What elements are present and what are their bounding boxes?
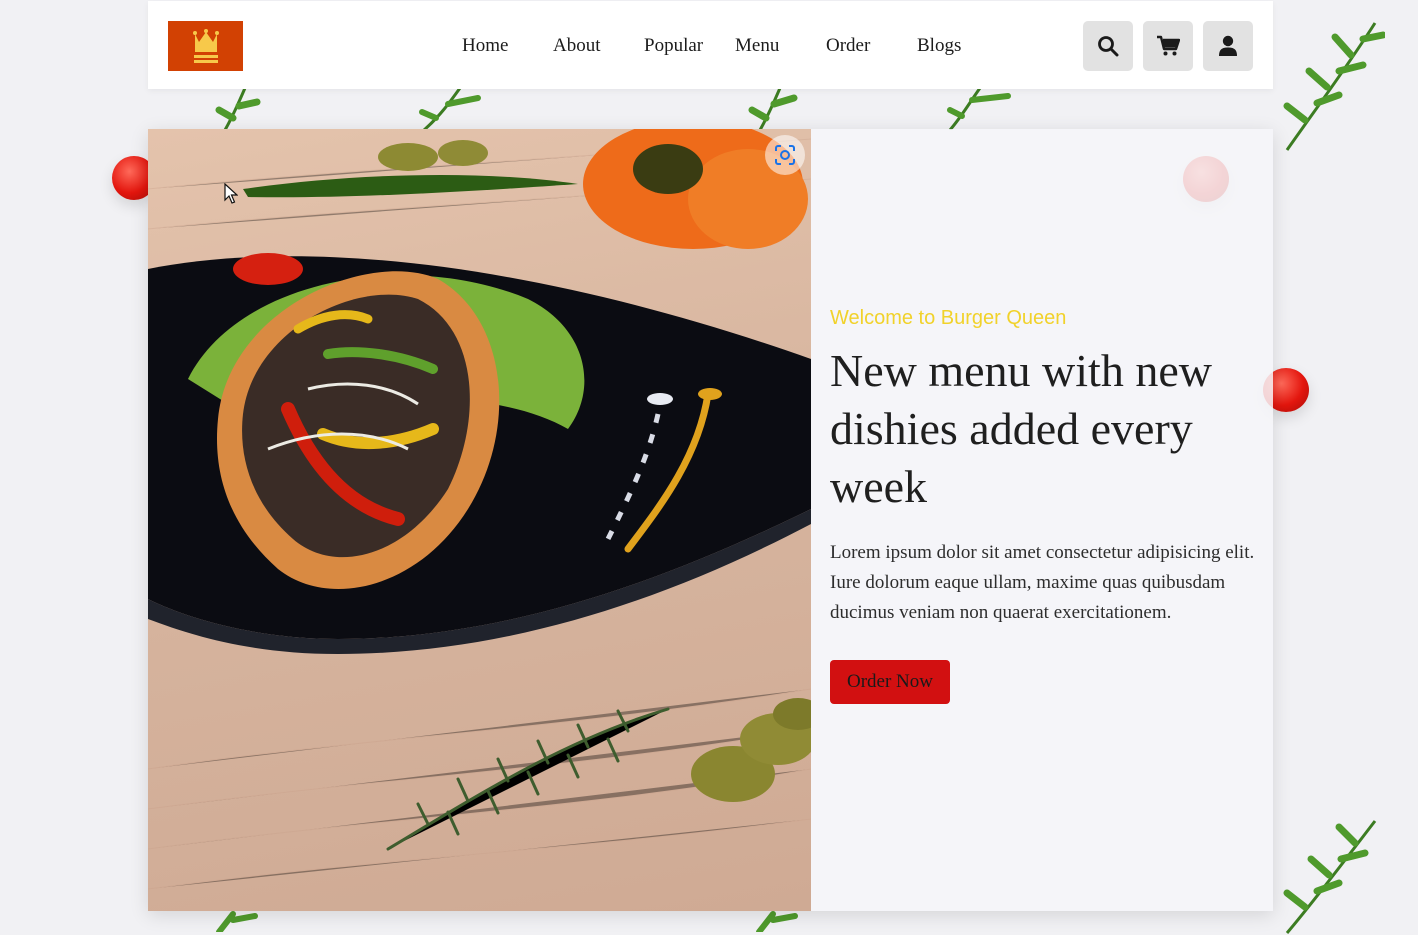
cart-button[interactable]: [1143, 21, 1193, 71]
hero-section: Welcome to Burger Queen New menu with ne…: [148, 129, 1273, 911]
mouse-cursor-icon: [224, 183, 238, 204]
arugula-leaf-decoration: [216, 911, 258, 932]
nav-blogs[interactable]: Blogs: [917, 35, 961, 57]
user-icon: [1219, 35, 1237, 56]
food-photo: [148, 129, 811, 911]
nav-menu[interactable]: Menu: [735, 35, 779, 57]
arugula-leaf-decoration: [1283, 820, 1377, 934]
nav-home[interactable]: Home: [462, 35, 508, 57]
order-now-button[interactable]: Order Now: [830, 660, 951, 704]
search-icon: [1098, 36, 1119, 57]
arugula-leaf-decoration: [756, 911, 798, 932]
user-button[interactable]: [1203, 21, 1253, 71]
hero-description: Lorem ipsum dolor sit amet consectetur a…: [830, 542, 1255, 623]
hero-headline: New menu with new dishies added every we…: [830, 345, 1212, 512]
arugula-leaf-decoration: [748, 88, 798, 130]
search-button[interactable]: [1083, 21, 1133, 71]
brand-logo[interactable]: [168, 21, 243, 71]
crown-logo-icon: [192, 29, 219, 63]
nav-about[interactable]: About: [553, 35, 601, 57]
arugula-leaf-decoration: [419, 88, 481, 130]
arugula-leaf-decoration: [1283, 22, 1385, 151]
visual-search-icon: [775, 145, 795, 165]
arugula-leaf-decoration: [947, 88, 1011, 130]
site-header: Home About Popular Menu Order Blogs: [148, 1, 1273, 89]
nav-order[interactable]: Order: [826, 35, 870, 57]
hero-content: Welcome to Burger Queen New menu with ne…: [830, 307, 1260, 704]
visual-search-button[interactable]: [765, 135, 805, 175]
cart-icon: [1157, 35, 1180, 56]
nav-popular[interactable]: Popular: [644, 35, 703, 57]
hoagie-illustration: [148, 129, 811, 890]
welcome-text: Welcome to Burger Queen: [830, 307, 1067, 329]
arugula-leaf-decoration: [215, 88, 261, 130]
